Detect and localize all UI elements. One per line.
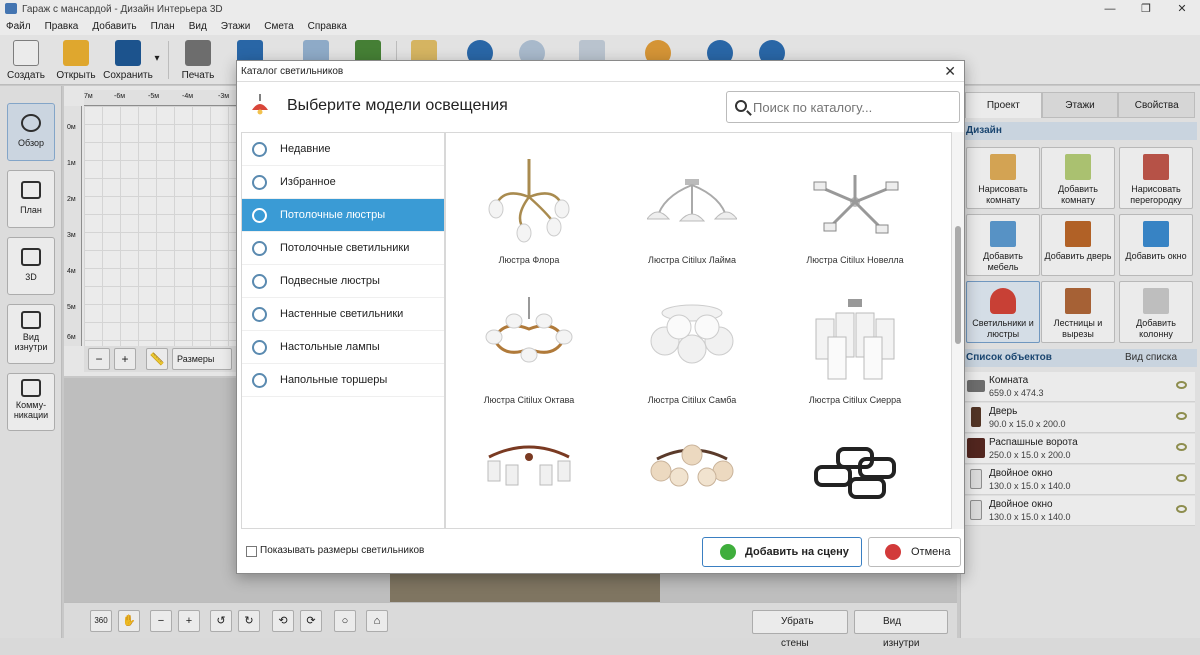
item-label: Люстра Citilux Новелла [806,255,904,265]
dialog-heading: Выберите модели освещения [287,97,508,114]
item-label: Люстра Citilux Октава [483,395,575,405]
cancel-button[interactable]: Отмена [868,537,961,567]
checkmark-icon [720,544,736,560]
dialog-footer: Показывать размеры светильников Добавить… [237,529,964,574]
catalog-scrollbar[interactable] [952,132,964,529]
dialog-header: Выберите модели освещения [237,82,964,132]
search-icon [735,100,747,112]
item-label: Люстра Флора [498,255,560,265]
category-favorites[interactable]: Избранное [242,166,444,199]
chandelier-laima-image [647,179,737,222]
item-label: Люстра Citilux Сиерра [808,395,902,405]
scrollbar-thumb[interactable] [955,226,961,344]
lights-catalog-dialog: Каталог светильников ✕ Выберите модели о… [236,60,965,574]
chandelier-sierra-image [815,299,895,380]
pendant-icon [252,274,267,289]
floor-lamp-icon [252,373,267,388]
chandelier-samba-image [650,304,734,364]
lamp-icon [252,94,268,115]
catalog-item[interactable]: Люстра Флора [454,139,604,269]
category-ceiling-lights[interactable]: Потолочные светильники [242,232,444,265]
catalog-item[interactable]: Люстра Citilux Новелла [780,139,930,269]
close-icon [885,544,901,560]
ceiling-light-icon [252,241,267,256]
wall-light-icon [252,307,267,322]
chandelier-crystal-image [487,445,571,486]
chandelier-flora-image [488,159,570,243]
desk-lamp-icon [252,340,267,355]
item-label: Люстра Citilux Лайма [648,255,736,265]
catalog-grid: Люстра Флора Люстра Citilux Лайма Люстра… [445,132,952,529]
category-floor-lamps[interactable]: Напольные торшеры [242,364,444,397]
catalog-item[interactable] [780,419,930,528]
show-sizes-label: Показывать размеры светильников [260,545,425,556]
heart-icon [252,175,267,190]
category-wall-lights[interactable]: Настенные светильники [242,298,444,331]
category-recent[interactable]: Недавние [242,133,444,166]
category-pendant[interactable]: Подвесные люстры [242,265,444,298]
catalog-search[interactable] [726,91,960,123]
catalog-search-input[interactable] [753,98,953,116]
chandelier-beige-image [650,444,734,487]
category-desk-lamps[interactable]: Настольные лампы [242,331,444,364]
chandelier-icon [252,208,267,223]
chandelier-frames-image [814,447,896,499]
category-list: Недавние Избранное Потолочные люстры Пот… [241,132,445,529]
dialog-close-button[interactable]: ✕ [944,63,956,80]
add-to-scene-button[interactable]: Добавить на сцену [702,537,862,567]
chandelier-novella-image [813,175,899,234]
item-label: Люстра Citilux Самба [647,395,737,405]
chandelier-oktava-image [485,297,573,363]
catalog-item[interactable]: Люстра Citilux Сиерра [780,279,930,409]
catalog-item[interactable] [617,419,767,528]
catalog-item[interactable]: Люстра Citilux Лайма [617,139,767,269]
category-ceiling-chandeliers[interactable]: Потолочные люстры [242,199,444,232]
catalog-item[interactable]: Люстра Citilux Самба [617,279,767,409]
catalog-item[interactable]: Люстра Citilux Октава [454,279,604,409]
show-sizes-checkbox[interactable] [246,546,257,557]
dialog-title: Каталог светильников [237,61,964,82]
clock-icon [252,142,267,157]
catalog-item[interactable] [454,419,604,528]
